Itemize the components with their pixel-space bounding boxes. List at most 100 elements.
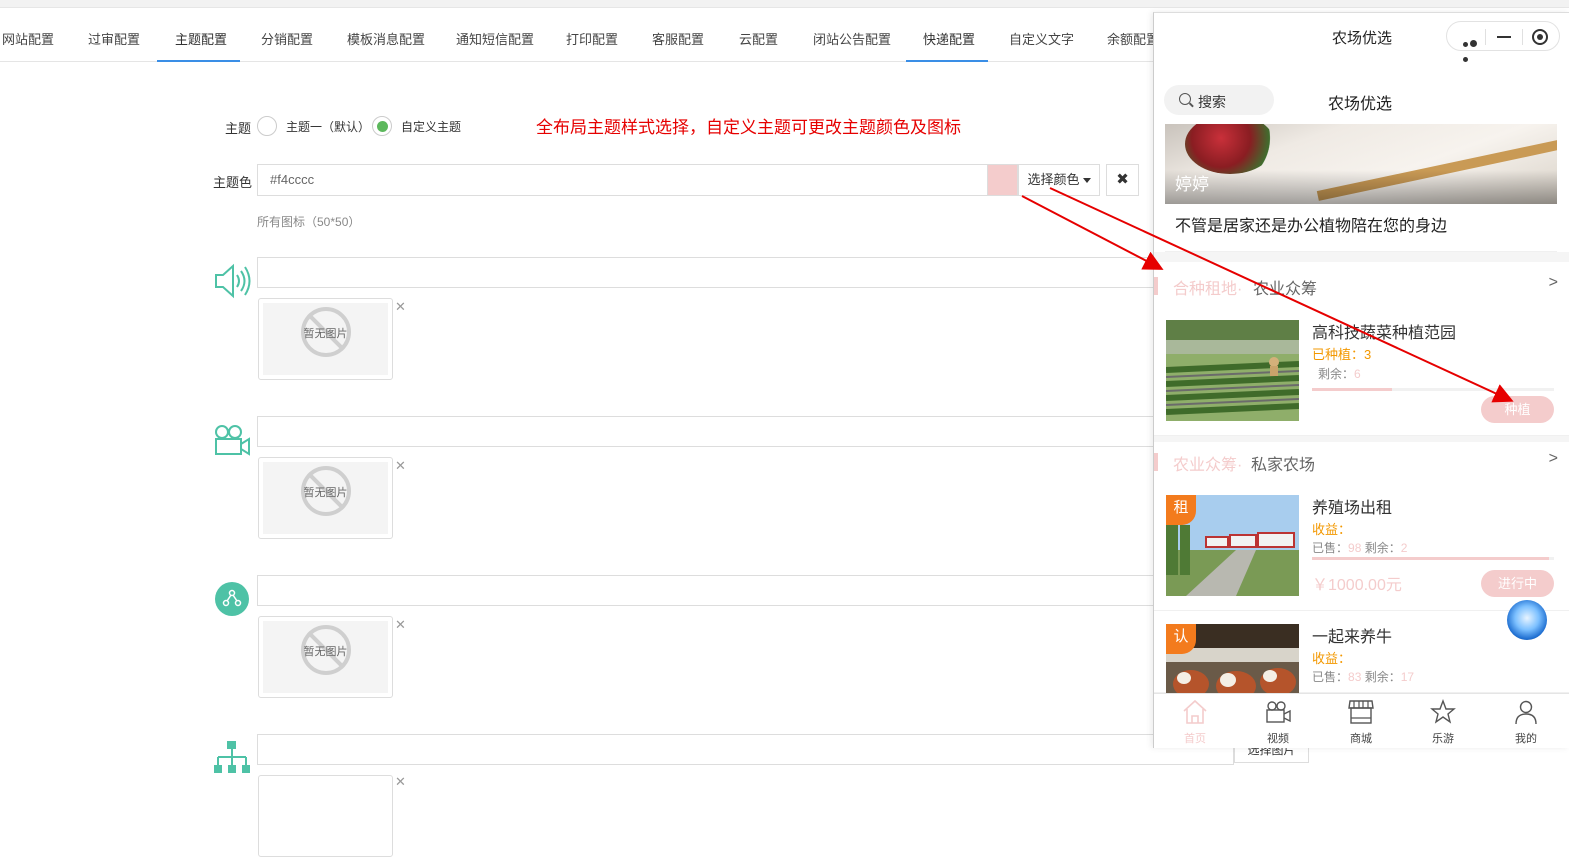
- mobile-preview: 农场优选 搜索 农场优选 婷婷 不管是居家还是办公植物陪在您的身边 合种租地· …: [1153, 12, 1569, 748]
- tab-store[interactable]: 商城: [1331, 698, 1391, 746]
- tab-template-message-config[interactable]: 模板消息配置: [347, 16, 425, 62]
- chevron-right-icon[interactable]: >: [1549, 450, 1558, 468]
- more-dots-icon[interactable]: [1463, 35, 1485, 62]
- theme-option-custom-radio[interactable]: [372, 116, 392, 136]
- remove-icon-2-button[interactable]: ✕: [395, 458, 406, 474]
- phone-search-box[interactable]: 搜索: [1164, 85, 1274, 115]
- tab-cloud-config[interactable]: 云配置: [739, 16, 778, 62]
- user-icon: [1515, 700, 1537, 725]
- tab-theme-config[interactable]: 主题配置: [157, 16, 240, 62]
- farm-photo: 租: [1166, 495, 1299, 596]
- icon-preview-3: 暂无图片: [258, 616, 393, 698]
- tab-leisure[interactable]: 乐游: [1413, 698, 1473, 746]
- remove-icon-3-button[interactable]: ✕: [395, 617, 406, 633]
- item1-planted: 已种植：3: [1312, 347, 1372, 362]
- minimize-icon[interactable]: [1497, 36, 1511, 38]
- star-icon: [1430, 699, 1456, 724]
- section1-title: 农业众筹: [1253, 281, 1318, 298]
- annotation-note: 全布局主题样式选择，自定义主题可更改主题颜色及图标: [536, 118, 961, 137]
- tab-leisure-label: 乐游: [1432, 733, 1454, 745]
- video-camera-icon: [1266, 701, 1291, 723]
- rent-badge: 租: [1166, 495, 1196, 525]
- icon-preview-4: [258, 775, 393, 857]
- item2-price: ￥1000.00元: [1312, 577, 1402, 594]
- theme-option-default-label: 主题一（默认）: [286, 120, 371, 134]
- tab-express-config[interactable]: 快递配置: [906, 16, 988, 62]
- no-image-text: 暂无图片: [303, 646, 348, 658]
- section2-title-colored: 农业众筹·: [1173, 457, 1243, 474]
- tab-video-label: 视频: [1267, 733, 1289, 745]
- select-color-button[interactable]: 选择颜色: [1018, 164, 1100, 196]
- remove-icon-1-button[interactable]: ✕: [395, 299, 406, 315]
- tab-mine[interactable]: 我的: [1496, 698, 1556, 746]
- tab-home-label: 首页: [1184, 733, 1206, 745]
- list-item[interactable]: 租 养殖场出租 收益： 已售：98 剩余：2 ￥1000.00元 进行中: [1154, 483, 1569, 611]
- banner-caption: 婷婷: [1175, 175, 1209, 194]
- item2-progress: [1312, 557, 1554, 560]
- brand-name: 农场优选: [1328, 96, 1393, 113]
- section-header-2[interactable]: 农业众筹· 私家农场 >: [1154, 440, 1569, 482]
- theme-color-label: 主题色: [213, 175, 253, 190]
- theme-option-custom-label: 自定义主题: [401, 120, 462, 134]
- item3-name: 一起来养牛: [1312, 629, 1393, 646]
- theme-color-input[interactable]: #f4cccc: [257, 164, 988, 196]
- banner-image[interactable]: 婷婷: [1165, 124, 1557, 204]
- tab-distribution-config[interactable]: 分销配置: [261, 16, 313, 62]
- icons-size-hint: 所有图标（50*50）: [257, 215, 361, 229]
- org-chart-icon: [212, 739, 252, 779]
- theme-label: 主题: [225, 121, 252, 136]
- banner-tagline: 不管是居家还是办公植物陪在您的身边: [1165, 204, 1557, 252]
- share-icon: [212, 579, 252, 619]
- icon-url-input-1[interactable]: [257, 257, 1157, 288]
- tab-sms-config[interactable]: 通知短信配置: [456, 16, 534, 62]
- tab-custom-text[interactable]: 自定义文字: [1009, 16, 1074, 62]
- tab-print-config[interactable]: 打印配置: [566, 16, 618, 62]
- tab-site-config[interactable]: 网站配置: [2, 16, 54, 62]
- theme-option-default-radio[interactable]: [257, 116, 277, 136]
- icon-url-input-4[interactable]: [257, 734, 1234, 765]
- remove-icon-4-button[interactable]: ✕: [395, 774, 406, 790]
- icon-url-input-3[interactable]: [257, 575, 1157, 606]
- section2-title: 私家农场: [1251, 457, 1316, 474]
- clear-color-button[interactable]: ✖: [1106, 164, 1139, 196]
- section1-title-colored: 合种租地·: [1173, 281, 1243, 298]
- icon-url-input-2[interactable]: [257, 416, 1157, 447]
- tab-home[interactable]: 首页: [1165, 698, 1225, 746]
- tab-mine-label: 我的: [1515, 733, 1537, 745]
- item2-name: 养殖场出租: [1312, 500, 1393, 517]
- chevron-right-icon[interactable]: >: [1549, 274, 1558, 292]
- tab-service-config[interactable]: 客服配置: [652, 16, 704, 62]
- item2-stats: 已售：98 剩余：2: [1312, 541, 1408, 555]
- floating-service-avatar[interactable]: [1507, 600, 1547, 640]
- store-icon: [1348, 700, 1374, 724]
- video-camera-icon: [212, 420, 252, 460]
- no-image-text: 暂无图片: [303, 328, 348, 340]
- item2-income: 收益：: [1312, 522, 1352, 537]
- browser-top-strip: [0, 0, 1569, 8]
- tab-video[interactable]: 视频: [1248, 698, 1308, 746]
- item1-remain: 剩余：6: [1318, 367, 1361, 381]
- item1-name: 高科技蔬菜种植范园: [1312, 325, 1457, 342]
- item3-stats: 已售：83 剩余：17: [1312, 670, 1415, 684]
- caret-down-icon: [1082, 178, 1091, 184]
- section-header-1[interactable]: 合种租地· 农业众筹 >: [1154, 264, 1569, 306]
- certified-badge: 认: [1166, 624, 1196, 654]
- color-swatch: [987, 164, 1018, 196]
- item1-progress: [1312, 388, 1554, 391]
- tab-balance-config[interactable]: 余额配置: [1107, 16, 1159, 62]
- bottom-tabbar: 首页 视频 商城 乐游 我的: [1154, 693, 1569, 748]
- no-image-text: 暂无图片: [303, 487, 348, 499]
- mini-program-capsule: [1446, 21, 1560, 62]
- in-progress-button[interactable]: 进行中: [1481, 570, 1554, 597]
- icon-preview-1: 暂无图片: [258, 298, 393, 380]
- select-color-label: 选择颜色: [1027, 172, 1080, 187]
- plant-button[interactable]: 种植: [1481, 396, 1554, 423]
- search-icon: [1179, 93, 1191, 105]
- tab-closure-notice-config[interactable]: 闭站公告配置: [813, 16, 891, 62]
- tab-review-config[interactable]: 过审配置: [88, 16, 140, 62]
- icon-preview-2: 暂无图片: [258, 457, 393, 539]
- search-label: 搜索: [1198, 94, 1226, 110]
- home-icon: [1183, 699, 1207, 724]
- close-target-icon[interactable]: [1532, 29, 1548, 45]
- list-item[interactable]: 高科技蔬菜种植范园 已种植：3 剩余：6 种植: [1154, 308, 1569, 436]
